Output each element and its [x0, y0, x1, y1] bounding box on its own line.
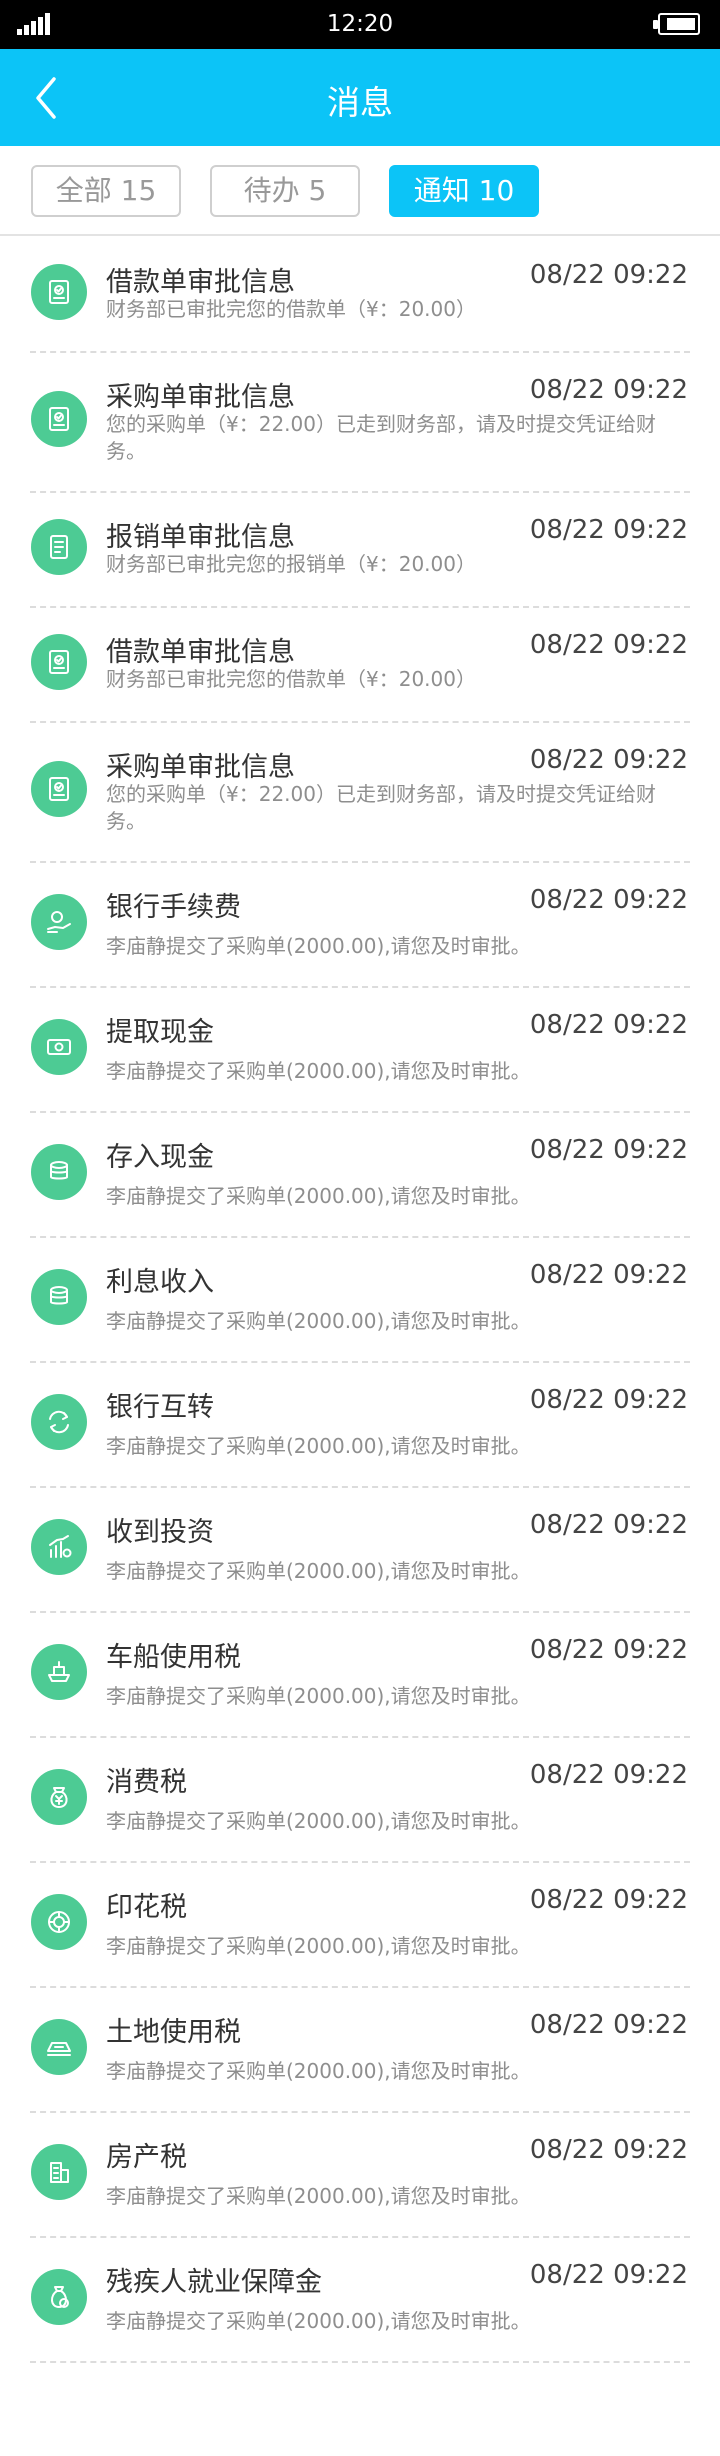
- tab-todo[interactable]: 待办 5: [210, 165, 360, 217]
- message-time: 08/22 09:22: [529, 885, 688, 915]
- message-item[interactable]: 采购单审批信息 08/22 09:22 您的采购单（¥：22.00）已走到财务部，请…: [0, 353, 720, 493]
- investment-chart-icon: [31, 1519, 87, 1575]
- coin-stack-icon: [31, 1144, 87, 1200]
- message-item[interactable]: 存入现金 08/22 09:22 李庙静提交了采购单(2000.00),请您及时审批…: [0, 1113, 720, 1238]
- message-time: 08/22 09:22: [529, 1635, 688, 1665]
- message-time: 08/22 09:22: [529, 1885, 688, 1915]
- message-desc: 李庙静提交了采购单(2000.00),请您及时审批。: [106, 1684, 531, 1708]
- message-title: 房产税: [106, 2142, 187, 2173]
- message-item[interactable]: 借款单审批信息 08/22 09:22 财务部已审批完您的借款单（¥：20.00）: [0, 238, 720, 353]
- message-item[interactable]: 残疾人就业保障金 08/22 09:22 李庙静提交了采购单(2000.00),请您…: [0, 2238, 720, 2363]
- message-time: 08/22 09:22: [529, 515, 688, 545]
- message-title: 银行互转: [106, 1392, 214, 1423]
- message-item[interactable]: 房产税 08/22 09:22 李庙静提交了采购单(2000.00),请您及时审批。: [0, 2113, 720, 2238]
- message-desc: 李庙静提交了采购单(2000.00),请您及时审批。: [106, 1559, 531, 1583]
- message-item[interactable]: 消费税 08/22 09:22 李庙静提交了采购单(2000.00),请您及时审批。: [0, 1738, 720, 1863]
- message-title: 土地使用税: [106, 2017, 241, 2048]
- message-title: 报销单审批信息: [106, 522, 295, 553]
- building-icon: [31, 2144, 87, 2200]
- message-desc: 李庙静提交了采购单(2000.00),请您及时审批。: [106, 2184, 531, 2208]
- message-desc: 您的采购单（¥：22.00）已走到财务部，请及时提交凭证给财务。: [106, 412, 656, 463]
- message-item[interactable]: 利息收入 08/22 09:22 李庙静提交了采购单(2000.00),请您及时审批…: [0, 1238, 720, 1363]
- message-title: 存入现金: [106, 1142, 214, 1173]
- message-item[interactable]: 车船使用税 08/22 09:22 李庙静提交了采购单(2000.00),请您及时审…: [0, 1613, 720, 1738]
- message-time: 08/22 09:22: [529, 1760, 688, 1790]
- message-item[interactable]: 提取现金 08/22 09:22 李庙静提交了采购单(2000.00),请您及时审批…: [0, 988, 720, 1113]
- yen-bag-icon: [31, 1769, 87, 1825]
- message-time: 08/22 09:22: [529, 260, 688, 290]
- document-check-icon: [31, 264, 87, 320]
- message-item[interactable]: 采购单审批信息 08/22 09:22 您的采购单（¥：22.00）已走到财务部，请…: [0, 723, 720, 863]
- message-item[interactable]: 收到投资 08/22 09:22 李庙静提交了采购单(2000.00),请您及时审批…: [0, 1488, 720, 1613]
- message-item[interactable]: 银行手续费 08/22 09:22 李庙静提交了采购单(2000.00),请您及时审…: [0, 863, 720, 988]
- message-item[interactable]: 印花税 08/22 09:22 李庙静提交了采购单(2000.00),请您及时审批。: [0, 1863, 720, 1988]
- message-title: 印花税: [106, 1892, 187, 1923]
- message-title: 银行手续费: [106, 892, 241, 923]
- battery-icon: [653, 13, 700, 35]
- message-time: 08/22 09:22: [529, 1010, 688, 1040]
- message-title: 提取现金: [106, 1017, 214, 1048]
- stamp-icon: [31, 1894, 87, 1950]
- message-time: 08/22 09:22: [529, 630, 688, 660]
- message-title: 消费税: [106, 1767, 187, 1798]
- page-title: 消息: [327, 83, 393, 122]
- nav-bar: 消息: [0, 49, 720, 146]
- message-item[interactable]: 银行互转 08/22 09:22 李庙静提交了采购单(2000.00),请您及时审批…: [0, 1363, 720, 1488]
- message-title: 借款单审批信息: [106, 267, 295, 298]
- message-desc: 李庙静提交了采购单(2000.00),请您及时审批。: [106, 2059, 531, 2083]
- message-time: 08/22 09:22: [529, 1135, 688, 1165]
- message-title: 采购单审批信息: [106, 752, 295, 783]
- receipt-icon: [31, 519, 87, 575]
- money-bag-icon: [31, 2269, 87, 2325]
- status-time: 12:20: [326, 11, 394, 37]
- message-desc: 李庙静提交了采购单(2000.00),请您及时审批。: [106, 1934, 531, 1958]
- message-title: 利息收入: [106, 1267, 214, 1298]
- message-desc: 李庙静提交了采购单(2000.00),请您及时审批。: [106, 934, 531, 958]
- message-time: 08/22 09:22: [529, 2260, 688, 2290]
- message-desc: 李庙静提交了采购单(2000.00),请您及时审批。: [106, 1309, 531, 1333]
- message-desc: 财务部已审批完您的借款单（¥：20.00）: [106, 667, 476, 691]
- message-title: 采购单审批信息: [106, 382, 295, 413]
- transfer-icon: [31, 1394, 87, 1450]
- message-title: 借款单审批信息: [106, 637, 295, 668]
- message-title: 收到投资: [106, 1517, 214, 1548]
- message-time: 08/22 09:22: [529, 1510, 688, 1540]
- message-item[interactable]: 报销单审批信息 08/22 09:22 财务部已审批完您的报销单（¥：20.00）: [0, 493, 720, 608]
- document-check-icon: [31, 634, 87, 690]
- tab-notice[interactable]: 通知 10: [389, 165, 539, 217]
- message-desc: 李庙静提交了采购单(2000.00),请您及时审批。: [106, 2309, 531, 2333]
- message-desc: 财务部已审批完您的借款单（¥：20.00）: [106, 297, 476, 321]
- document-check-icon: [31, 761, 87, 817]
- message-list: 借款单审批信息 08/22 09:22 财务部已审批完您的借款单（¥：20.00） 采…: [0, 238, 720, 2363]
- coin-stack-icon: [31, 1269, 87, 1325]
- message-item[interactable]: 土地使用税 08/22 09:22 李庙静提交了采购单(2000.00),请您及时审…: [0, 1988, 720, 2113]
- message-desc: 李庙静提交了采购单(2000.00),请您及时审批。: [106, 1059, 531, 1083]
- message-time: 08/22 09:22: [529, 2010, 688, 2040]
- land-icon: [31, 2019, 87, 2075]
- message-desc: 您的采购单（¥：22.00）已走到财务部，请及时提交凭证给财务。: [106, 782, 656, 833]
- message-title: 车船使用税: [106, 1642, 241, 1673]
- message-desc: 李庙静提交了采购单(2000.00),请您及时审批。: [106, 1184, 531, 1208]
- hand-coin-icon: [31, 894, 87, 950]
- message-time: 08/22 09:22: [529, 375, 688, 405]
- message-time: 08/22 09:22: [529, 1260, 688, 1290]
- cash-icon: [31, 1019, 87, 1075]
- message-title: 残疾人就业保障金: [106, 2267, 322, 2298]
- message-desc: 李庙静提交了采购单(2000.00),请您及时审批。: [106, 1434, 531, 1458]
- message-time: 08/22 09:22: [529, 1385, 688, 1415]
- message-desc: 李庙静提交了采购单(2000.00),请您及时审批。: [106, 1809, 531, 1833]
- message-time: 08/22 09:22: [529, 2135, 688, 2165]
- message-item[interactable]: 借款单审批信息 08/22 09:22 财务部已审批完您的借款单（¥：20.00）: [0, 608, 720, 723]
- status-bar: 12:20: [0, 0, 720, 49]
- document-check-icon: [31, 391, 87, 447]
- message-time: 08/22 09:22: [529, 745, 688, 775]
- tab-all[interactable]: 全部 15: [31, 165, 181, 217]
- ship-icon: [31, 1644, 87, 1700]
- tab-bar: 全部 15 待办 5 通知 10: [0, 146, 720, 236]
- message-desc: 财务部已审批完您的报销单（¥：20.00）: [106, 552, 476, 576]
